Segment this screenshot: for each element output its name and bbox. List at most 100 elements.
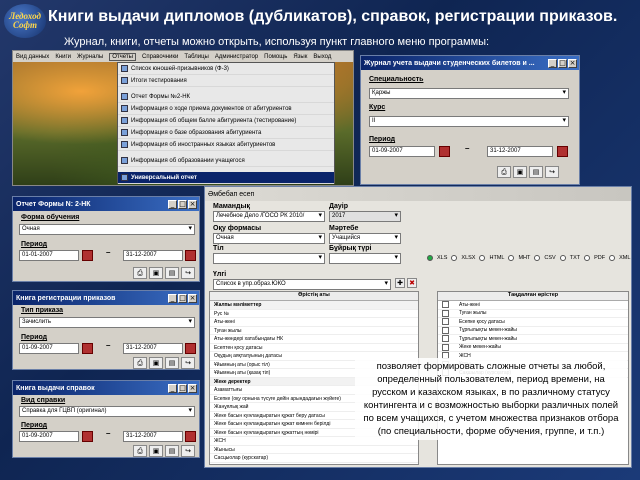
menu-language[interactable]: Язык [293, 54, 307, 60]
calendar-icon[interactable] [185, 343, 196, 354]
options-icon[interactable]: ▤ [529, 166, 543, 178]
exit-icon[interactable]: ↪ [181, 267, 195, 279]
calendar-icon[interactable] [82, 250, 93, 261]
date-to-field[interactable]: 31-12-2007 [123, 343, 183, 354]
field-list-item[interactable]: Жалпы мәліметтер [210, 301, 418, 310]
selected-field-item[interactable]: Туған жылы [438, 309, 628, 318]
language-select[interactable] [213, 253, 325, 264]
template-select[interactable]: Список в упр.образ.ЮКО [213, 279, 391, 290]
menu-tables[interactable]: Таблицы [184, 54, 209, 60]
field-list-item[interactable]: Телефон [210, 463, 418, 465]
format-radio[interactable] [584, 255, 591, 261]
menu-references[interactable]: Справочники [142, 54, 178, 60]
field-checkbox[interactable] [442, 335, 449, 343]
order-type-select[interactable] [329, 253, 401, 264]
format-radio[interactable] [479, 255, 486, 261]
preview-icon[interactable]: ▣ [149, 267, 163, 279]
menu-journals[interactable]: Журналы [77, 54, 103, 60]
field-list-item[interactable]: Жынысы [210, 446, 418, 454]
field-checkbox[interactable] [442, 309, 449, 317]
menu-item-testing-results[interactable]: Итоги тестирования [118, 75, 334, 87]
print-icon[interactable]: ⎙ [133, 267, 147, 279]
menu-reports[interactable]: Отчеты [109, 52, 136, 61]
study-form-select[interactable]: Очная [19, 224, 195, 235]
date-to-field[interactable]: 31-12-2007 [487, 146, 553, 157]
minimize-icon[interactable]: _ [168, 293, 177, 303]
close-icon[interactable]: × [568, 58, 577, 68]
date-to-field[interactable]: 31-12-2007 [123, 431, 183, 442]
field-checkbox[interactable] [442, 326, 449, 334]
maximize-icon[interactable]: □ [558, 58, 567, 68]
calendar-icon[interactable] [82, 431, 93, 442]
field-list-item[interactable]: Аты-жөні [210, 318, 418, 327]
print-icon[interactable]: ⎙ [133, 357, 147, 369]
selected-field-item[interactable]: Аты-жөні [438, 301, 628, 310]
preview-icon[interactable]: ▣ [149, 357, 163, 369]
specialty-select[interactable]: Қаржы [369, 88, 569, 99]
field-list-item[interactable]: Есептен қосу датасы [210, 344, 418, 352]
exit-icon[interactable]: ↪ [181, 357, 195, 369]
print-icon[interactable]: ⎙ [497, 166, 511, 178]
field-checkbox[interactable] [442, 318, 449, 326]
calendar-icon[interactable] [82, 343, 93, 354]
date-from-field[interactable]: 01-09-2007 [19, 431, 79, 442]
field-checkbox[interactable] [442, 343, 449, 351]
minimize-icon[interactable]: _ [548, 58, 557, 68]
menu-books[interactable]: Книги [55, 54, 71, 60]
options-icon[interactable]: ▤ [165, 445, 179, 457]
format-radio[interactable] [559, 255, 566, 261]
calendar-icon[interactable] [557, 146, 568, 157]
maximize-icon[interactable]: □ [178, 383, 187, 393]
menu-help[interactable]: Помощь [264, 54, 287, 60]
date-from-field[interactable]: 01-09-2007 [369, 146, 435, 157]
field-list-item[interactable]: Рус № [210, 310, 418, 318]
date-to-field[interactable]: 31-12-2007 [123, 250, 183, 261]
save-template-icon[interactable]: ✚ [395, 278, 405, 288]
date-from-field[interactable]: 01-01-2007 [19, 250, 79, 261]
close-icon[interactable]: × [188, 383, 197, 393]
menu-admin[interactable]: Администратор [215, 54, 258, 60]
cert-type-select[interactable]: Справка для ГЦВП (оригинал) [19, 406, 195, 417]
menu-item-student-education[interactable]: Информация об образовании учащегося [118, 155, 334, 167]
menu-item-education-base[interactable]: Информация о базе образования абитуриент… [118, 127, 334, 139]
menu-item-total-score[interactable]: Информация об общем балле абитуриента (т… [118, 115, 334, 127]
selected-field-item[interactable]: Жеке мекен-жайы [438, 343, 628, 352]
status-select[interactable]: Учащийся [329, 233, 401, 244]
menu-exit[interactable]: Выход [313, 54, 331, 60]
course-select[interactable]: II [369, 116, 569, 127]
format-radio[interactable] [451, 255, 458, 261]
delete-template-icon[interactable]: ✖ [407, 278, 417, 288]
preview-icon[interactable]: ▣ [513, 166, 527, 178]
close-icon[interactable]: × [188, 199, 197, 209]
menu-item-foreign-languages[interactable]: Информация об иностранных языках абитури… [118, 139, 334, 151]
selected-field-item[interactable]: Есепке қосу датасы [438, 318, 628, 327]
print-icon[interactable]: ⎙ [133, 445, 147, 457]
study-form-select[interactable]: Очная [213, 233, 325, 244]
format-radio[interactable] [427, 255, 433, 261]
selected-field-item[interactable]: Тұрғылықты мекен-жайы [438, 335, 628, 344]
menu-item-universal-report[interactable]: Универсальный отчет [118, 172, 334, 184]
menu-view-data[interactable]: Вид данных [16, 54, 49, 60]
calendar-icon[interactable] [185, 250, 196, 261]
preview-icon[interactable]: ▣ [149, 445, 163, 457]
order-type-select[interactable]: Зачислить [19, 317, 195, 328]
calendar-icon[interactable] [185, 431, 196, 442]
minimize-icon[interactable]: _ [168, 199, 177, 209]
minimize-icon[interactable]: _ [168, 383, 177, 393]
field-checkbox[interactable] [442, 301, 449, 309]
format-radio[interactable] [534, 255, 541, 261]
format-radio[interactable] [609, 255, 616, 261]
selected-field-item[interactable]: Тұрғылықты мекен-жайы [438, 326, 628, 335]
close-icon[interactable]: × [188, 293, 197, 303]
field-list-item[interactable]: Туған жылы [210, 327, 418, 335]
date-from-field[interactable]: 01-09-2007 [19, 343, 79, 354]
field-list-item[interactable]: Аты-жөндері хатабындағы НК [210, 335, 418, 344]
maximize-icon[interactable]: □ [178, 199, 187, 209]
menu-item-conscripts[interactable]: Список юношей-призывников (Ф-3) [118, 63, 334, 75]
calendar-icon[interactable] [439, 146, 450, 157]
options-icon[interactable]: ▤ [165, 267, 179, 279]
field-list-item[interactable]: Сасцыолар (курскатар) [210, 454, 418, 463]
year-select[interactable]: 2017 [329, 211, 401, 222]
options-icon[interactable]: ▤ [165, 357, 179, 369]
menu-item-admission-progress[interactable]: Информация о ходе приема документов от а… [118, 103, 334, 115]
